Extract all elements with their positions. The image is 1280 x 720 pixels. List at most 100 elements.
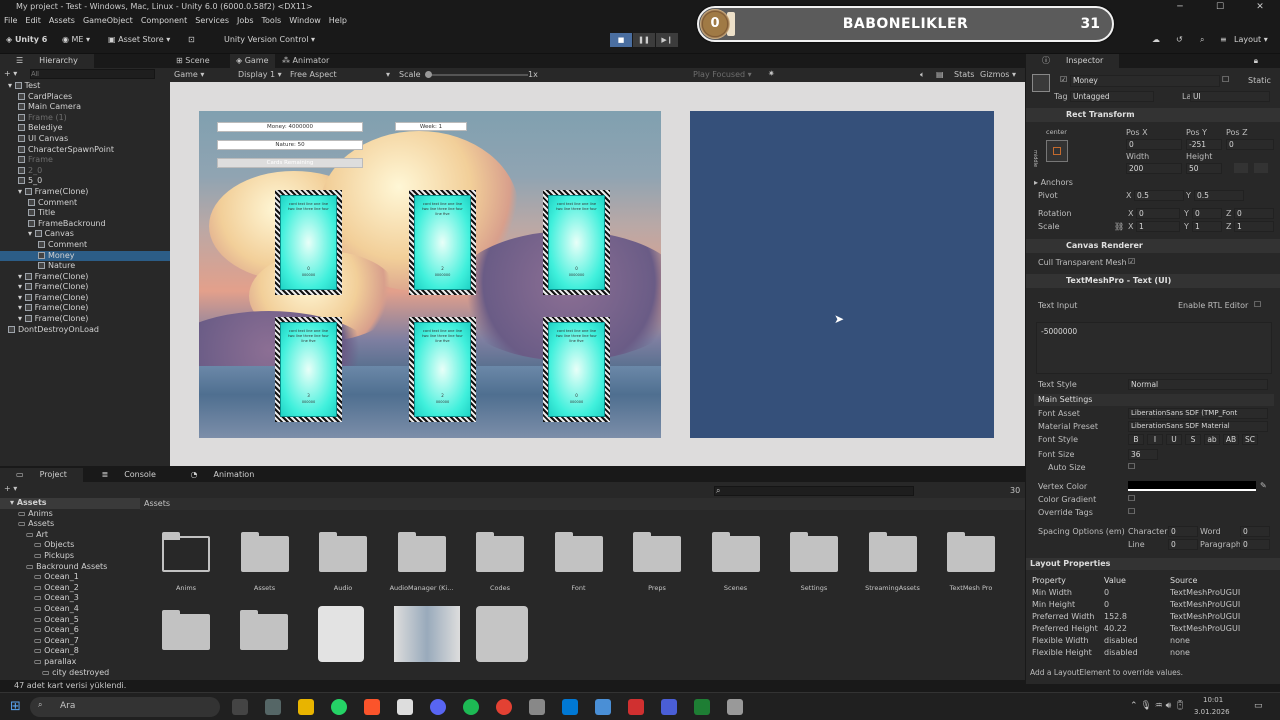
folder-label[interactable]: Preps [617, 584, 697, 592]
font-style-underline-button[interactable]: U [1166, 434, 1182, 445]
play-focused-dropdown[interactable]: Play Focused ▾ [693, 70, 752, 79]
mute-icon[interactable]: 🔈︎ [920, 70, 925, 80]
menu-services[interactable]: Services [191, 14, 233, 28]
project-tree-item[interactable]: ▭ Ocean_3 [0, 593, 140, 604]
folder-label[interactable]: Codes [460, 584, 540, 592]
folder-label[interactable]: StreamingAssets [853, 584, 933, 592]
hierarchy-item[interactable]: ▾ Frame(Clone) [0, 293, 170, 304]
game-card[interactable]: card text line one line two line three l… [409, 190, 476, 295]
add-icon[interactable]: + ▾ [4, 69, 17, 78]
brave-icon[interactable] [364, 699, 380, 715]
menu-assets[interactable]: Assets [45, 14, 79, 28]
hierarchy-item[interactable]: ▾ Frame(Clone) [0, 272, 170, 283]
pause-button[interactable]: ❚❚ [633, 33, 655, 47]
project-tree-item[interactable]: ▭ Objects [0, 540, 140, 551]
game-mode-dropdown[interactable]: Game ▾ [174, 70, 204, 79]
folder-icon[interactable] [162, 606, 210, 654]
breadcrumb[interactable]: Assets [144, 499, 170, 508]
hierarchy-item[interactable]: FrameBackround [0, 219, 170, 230]
tab-animator[interactable]: ⁂ Animator [282, 56, 329, 65]
constrain-link-icon[interactable]: ⛓ [1114, 222, 1124, 231]
folder-label[interactable]: Audio [303, 584, 383, 592]
folder-icon[interactable] [162, 528, 210, 576]
menu-help[interactable]: Help [325, 14, 351, 28]
tab-animation[interactable]: ◔ Animation [175, 468, 271, 482]
game-card[interactable]: card text line one line two line three l… [409, 317, 476, 422]
hierarchy-item[interactable]: DontDestroyOnLoad [0, 325, 170, 336]
tab-hierarchy[interactable]: ☰ Hierarchy [0, 54, 94, 68]
tree-root[interactable]: ▾ Assets [0, 498, 140, 509]
project-search-input[interactable] [714, 486, 914, 496]
app-icon[interactable] [661, 699, 677, 715]
folder-icon[interactable] [240, 528, 289, 576]
menu-jobs[interactable]: Jobs [233, 14, 258, 28]
menu-file[interactable]: File [0, 14, 21, 28]
asset-store-button[interactable]: ▣ Asset Store ▾ [108, 35, 170, 44]
layout-dropdown[interactable]: Layout ▾ [1234, 35, 1268, 44]
font-style-smallcaps-button[interactable]: SC [1242, 434, 1258, 445]
anchor-preset-button[interactable] [1046, 140, 1068, 162]
app-icon[interactable] [595, 699, 611, 715]
character-spacing-field[interactable]: 0 [1168, 526, 1198, 537]
version-control-button[interactable]: Unity Version Control ▾ [224, 35, 315, 44]
scale-slider-handle[interactable] [425, 71, 432, 78]
rotation-y-field[interactable]: 0 [1192, 208, 1222, 219]
game-card[interactable]: card text line one line two line three l… [543, 190, 610, 295]
spotify-icon[interactable] [463, 699, 479, 715]
project-tree-item[interactable]: ▭ Anims [0, 509, 140, 520]
hierarchy-item[interactable]: Comment [0, 240, 170, 251]
package-icon[interactable]: ⊡ [188, 35, 195, 44]
menu-gameobject[interactable]: GameObject [79, 14, 137, 28]
anchors-label[interactable]: ▸ Anchors [1034, 178, 1073, 187]
pos-y-field[interactable]: -251 [1186, 139, 1222, 150]
hierarchy-item[interactable]: ▾ Frame(Clone) [0, 282, 170, 293]
hierarchy-item[interactable]: Belediye [0, 123, 170, 134]
folder-icon[interactable] [947, 528, 995, 576]
task-view-icon[interactable] [232, 699, 248, 715]
game-card[interactable]: card text line one line two line three l… [275, 317, 342, 422]
font-style-lower-button[interactable]: ab [1204, 434, 1220, 445]
width-field[interactable]: 200 [1126, 163, 1182, 174]
word-spacing-field[interactable]: 0 [1240, 526, 1270, 537]
menu-component[interactable]: Component [137, 14, 191, 28]
app-icon[interactable] [628, 699, 644, 715]
tab-project[interactable]: ▭ Project [0, 468, 83, 482]
lock-icon[interactable]: 🔒︎ [1246, 54, 1266, 68]
hierarchy-item[interactable]: ▾ Test [0, 81, 170, 92]
font-style-strike-button[interactable]: S [1185, 434, 1201, 445]
stats-button[interactable]: Stats [954, 70, 974, 79]
pos-x-field[interactable]: 0 [1126, 139, 1182, 150]
rect-transform-header[interactable]: Rect Transform [1026, 108, 1280, 122]
tab-console[interactable]: ≣ Console [85, 468, 171, 482]
sun-icon[interactable]: ✷ [768, 69, 775, 78]
taskbar-search[interactable]: ⌕ Ara [30, 697, 220, 717]
menu-tools[interactable]: Tools [258, 14, 286, 28]
eyedropper-icon[interactable]: ✎ [1260, 481, 1267, 490]
color-gradient-checkbox[interactable]: ☐ [1128, 494, 1135, 503]
unity-hub-icon[interactable] [529, 699, 545, 715]
minimize-icon[interactable]: ─ [1160, 0, 1200, 14]
folder-icon[interactable] [240, 606, 288, 654]
folder-icon[interactable] [868, 528, 917, 576]
height-field[interactable]: 50 [1186, 163, 1222, 174]
line-spacing-field[interactable]: 0 [1168, 539, 1198, 550]
rtl-editor-checkbox[interactable]: ☐ [1254, 300, 1261, 309]
hierarchy-item[interactable]: ▾ Frame(Clone) [0, 187, 170, 198]
project-tree-item[interactable]: ▭ Ocean_8 [0, 646, 140, 657]
object-name-field[interactable]: Money [1070, 75, 1220, 87]
folder-icon[interactable] [633, 528, 681, 576]
file-explorer-icon[interactable] [298, 699, 314, 715]
project-tree-item[interactable]: ▭ Ocean_6 [0, 625, 140, 636]
hierarchy-item[interactable]: ▾ Canvas [0, 229, 170, 240]
font-style-bold-button[interactable]: B [1128, 434, 1144, 445]
hierarchy-item[interactable]: CharacterSpawnPoint [0, 145, 170, 156]
folder-label[interactable]: Scenes [696, 584, 776, 592]
project-tree-item[interactable]: ▭ Art [0, 530, 140, 541]
main-settings-header[interactable]: Main Settings [1034, 394, 1274, 406]
close-icon[interactable]: ✕ [1240, 0, 1280, 14]
notification-icon[interactable]: ▭ [1254, 701, 1263, 711]
paragraph-spacing-field[interactable]: 0 [1240, 539, 1270, 550]
font-size-field[interactable]: 36 [1128, 449, 1158, 460]
hierarchy-item[interactable]: 5_0 [0, 176, 170, 187]
hierarchy-item[interactable]: CardPlaces [0, 92, 170, 103]
